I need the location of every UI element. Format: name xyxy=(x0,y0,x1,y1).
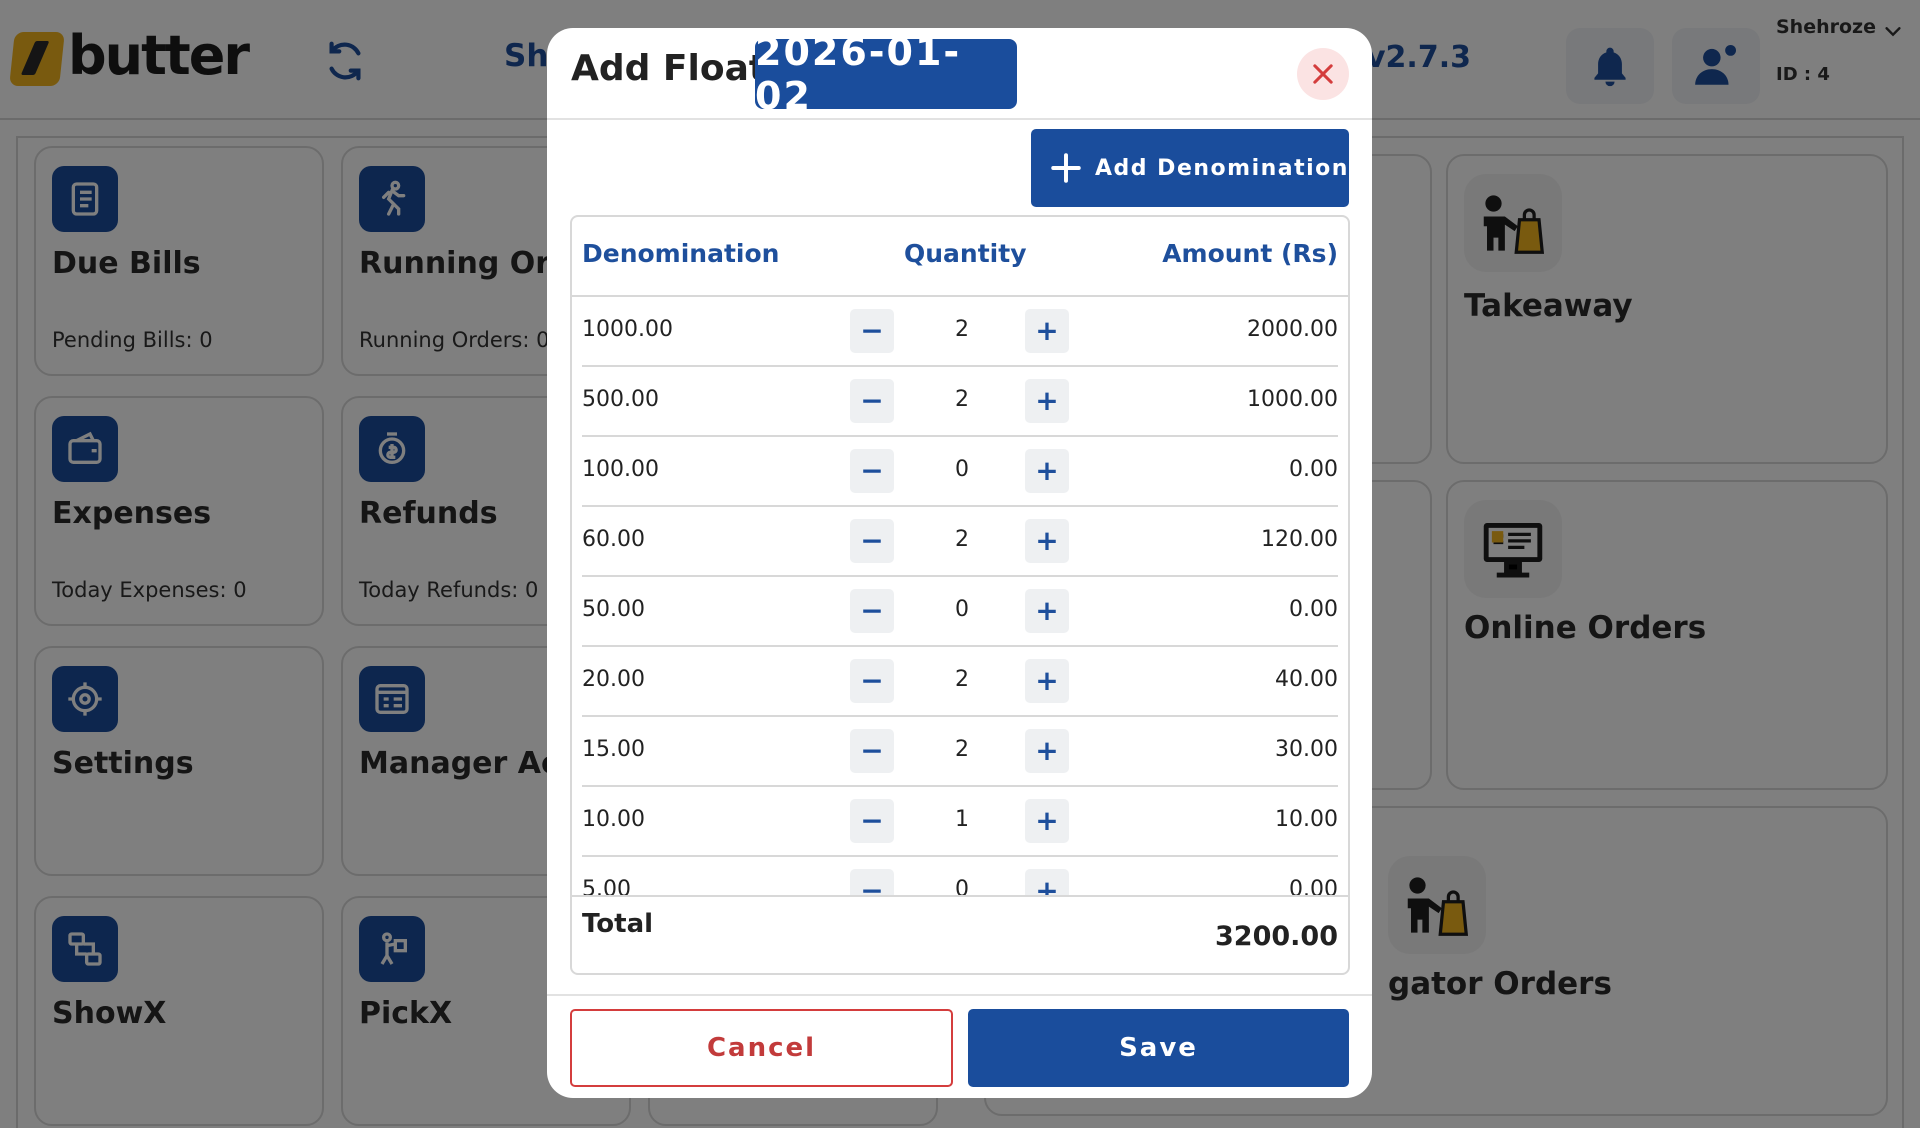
denomination-value: 50.00 xyxy=(582,597,645,622)
increment-button[interactable]: + xyxy=(1025,799,1069,843)
amount-value: 0.00 xyxy=(1289,877,1338,895)
denomination-table: Denomination Quantity Amount (Rs) 1000.0… xyxy=(570,215,1350,975)
quantity-value: 2 xyxy=(955,387,969,412)
amount-value: 40.00 xyxy=(1275,667,1338,692)
increment-button[interactable]: + xyxy=(1025,659,1069,703)
total-label: Total xyxy=(582,909,654,939)
decrement-button[interactable]: − xyxy=(850,869,894,895)
denomination-value: 5.00 xyxy=(582,877,631,895)
table-row: 5.00 − 0 + 0.00 xyxy=(572,857,1348,895)
close-button[interactable] xyxy=(1297,48,1349,100)
denomination-value: 100.00 xyxy=(582,457,659,482)
decrement-button[interactable]: − xyxy=(850,519,894,563)
increment-button[interactable]: + xyxy=(1025,589,1069,633)
modal-header: Add Float 2026-01-02 xyxy=(547,28,1372,120)
amount-value: 0.00 xyxy=(1289,457,1338,482)
increment-button[interactable]: + xyxy=(1025,729,1069,773)
close-icon xyxy=(1313,64,1333,84)
column-quantity: Quantity xyxy=(904,239,1027,268)
total-value: 3200.00 xyxy=(1215,921,1338,952)
denomination-value: 10.00 xyxy=(582,807,645,832)
table-footer: Total 3200.00 xyxy=(572,895,1348,973)
cancel-button[interactable]: Cancel xyxy=(570,1009,953,1087)
table-header: Denomination Quantity Amount (Rs) xyxy=(572,217,1348,297)
quantity-value: 1 xyxy=(955,807,969,832)
decrement-button[interactable]: − xyxy=(850,729,894,773)
table-row: 15.00 − 2 + 30.00 xyxy=(572,717,1348,787)
table-row: 500.00 − 2 + 1000.00 xyxy=(572,367,1348,437)
increment-button[interactable]: + xyxy=(1025,519,1069,563)
add-denomination-button[interactable]: Add Denomination xyxy=(1031,129,1349,207)
denomination-value: 60.00 xyxy=(582,527,645,552)
quantity-value: 0 xyxy=(955,457,969,482)
plus-icon xyxy=(1051,153,1081,183)
amount-value: 1000.00 xyxy=(1247,387,1338,412)
column-denomination: Denomination xyxy=(582,239,780,268)
column-amount: Amount (Rs) xyxy=(1162,239,1338,268)
table-row: 50.00 − 0 + 0.00 xyxy=(572,577,1348,647)
table-row: 1000.00 − 2 + 2000.00 xyxy=(572,297,1348,367)
quantity-value: 2 xyxy=(955,527,969,552)
add-float-modal: Add Float 2026-01-02 Add Denomination De… xyxy=(547,28,1372,1098)
amount-value: 120.00 xyxy=(1261,527,1338,552)
increment-button[interactable]: + xyxy=(1025,379,1069,423)
table-row: 100.00 − 0 + 0.00 xyxy=(572,437,1348,507)
denomination-value: 500.00 xyxy=(582,387,659,412)
increment-button[interactable]: + xyxy=(1025,449,1069,493)
table-row: 20.00 − 2 + 40.00 xyxy=(572,647,1348,717)
table-row: 10.00 − 1 + 10.00 xyxy=(572,787,1348,857)
denomination-value: 20.00 xyxy=(582,667,645,692)
decrement-button[interactable]: − xyxy=(850,449,894,493)
amount-value: 2000.00 xyxy=(1247,317,1338,342)
quantity-value: 0 xyxy=(955,597,969,622)
quantity-value: 2 xyxy=(955,737,969,762)
date-badge[interactable]: 2026-01-02 xyxy=(755,30,1017,118)
denomination-value: 1000.00 xyxy=(582,317,673,342)
decrement-button[interactable]: − xyxy=(850,589,894,633)
footer-divider xyxy=(547,994,1372,996)
amount-value: 10.00 xyxy=(1275,807,1338,832)
table-body[interactable]: 1000.00 − 2 + 2000.00 500.00 − 2 + 1000.… xyxy=(572,297,1348,895)
quantity-value: 2 xyxy=(955,317,969,342)
decrement-button[interactable]: − xyxy=(850,799,894,843)
increment-button[interactable]: + xyxy=(1025,309,1069,353)
amount-value: 0.00 xyxy=(1289,597,1338,622)
amount-value: 30.00 xyxy=(1275,737,1338,762)
decrement-button[interactable]: − xyxy=(850,309,894,353)
decrement-button[interactable]: − xyxy=(850,379,894,423)
increment-button[interactable]: + xyxy=(1025,869,1069,895)
denomination-value: 15.00 xyxy=(582,737,645,762)
save-button[interactable]: Save xyxy=(968,1009,1349,1087)
modal-title: Add Float xyxy=(571,48,767,89)
decrement-button[interactable]: − xyxy=(850,659,894,703)
quantity-value: 2 xyxy=(955,667,969,692)
table-row: 60.00 − 2 + 120.00 xyxy=(572,507,1348,577)
add-denomination-label: Add Denomination xyxy=(1095,155,1349,181)
quantity-value: 0 xyxy=(955,877,969,895)
